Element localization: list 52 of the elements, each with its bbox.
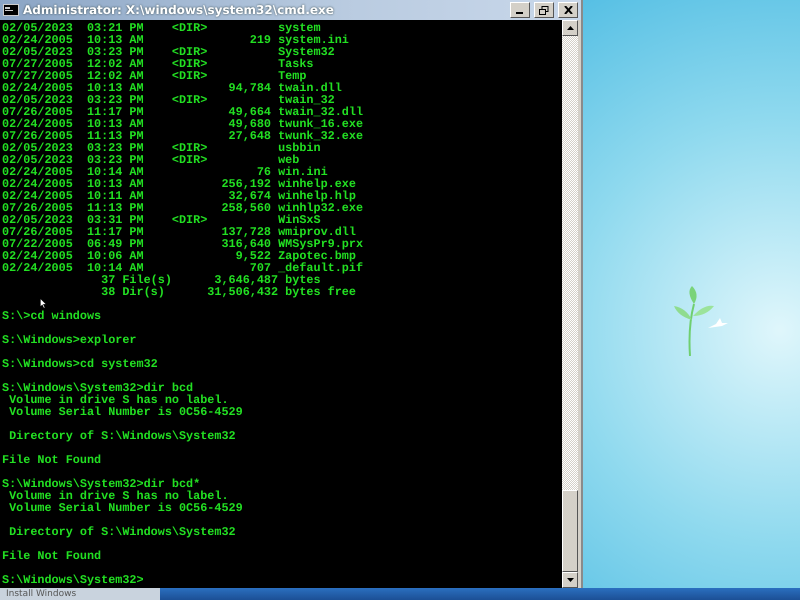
console-line: 02/05/2023 03:31 PM <DIR> WinSxS (1, 213, 321, 225)
console-line: 02/24/2005 10:13 AM 219 system.ini (1, 33, 349, 45)
console-line: 02/24/2005 10:14 AM 707 _default.pif (1, 261, 364, 273)
restore-button[interactable] (534, 2, 554, 18)
console-line: S:\Windows>cd system32 (1, 357, 158, 369)
minimize-button[interactable] (510, 2, 530, 18)
console-line: S:\Windows\System32>dir bcd* (1, 477, 200, 489)
console-line: 07/27/2005 12:02 AM <DIR> Tasks (1, 57, 314, 69)
scrollbar-thumb[interactable] (562, 490, 578, 572)
console-line: 07/26/2005 11:17 PM 137,728 wmiprov.dll (1, 225, 356, 237)
console-line: File Not Found (1, 453, 102, 465)
console-line: Volume in drive S has no label. (9, 489, 229, 501)
console-line: Volume in drive S has no label. (9, 393, 229, 405)
console-line: S:\Windows\System32> (1, 573, 144, 585)
scrollbar[interactable] (562, 20, 578, 588)
taskbar-button[interactable]: Install Windows (0, 588, 160, 600)
console-line: S:\Windows\System32>dir bcd (1, 381, 194, 393)
restore-icon (539, 6, 549, 14)
console-line: 02/05/2023 03:23 PM <DIR> twain_32 (1, 93, 335, 105)
window-title: Administrator: X:\windows\system32\cmd.exe (23, 3, 334, 17)
scroll-down-button[interactable] (562, 572, 578, 588)
console-line: Volume Serial Number is 0C56-4529 (8, 501, 243, 513)
console-line: Directory of S:\Windows\System32 (8, 525, 236, 537)
console-line: 02/05/2023 03:23 PM <DIR> usbbin (1, 141, 321, 153)
console-line: 38 Dir(s) 31,506,432 bytes free (100, 285, 356, 297)
console-line: 37 File(s) 3,646,487 bytes (100, 273, 321, 285)
console-line: 07/22/2005 06:49 PM 316,640 WMSysPr9.prx (1, 237, 364, 249)
close-icon (564, 6, 572, 14)
console-line: 02/05/2023 03:21 PM <DIR> system (1, 21, 321, 33)
console-line: 02/24/2005 10:13 AM 256,192 winhelp.exe (1, 177, 356, 189)
console-line: File Not Found (1, 549, 102, 561)
console-line: 07/26/2005 11:13 PM 258,560 winhlp32.exe (1, 201, 364, 213)
console-line: 02/24/2005 10:06 AM 9,522 Zapotec.bmp (1, 249, 356, 261)
console-line: Volume Serial Number is 0C56-4529 (8, 405, 243, 417)
console-line: 07/27/2005 12:02 AM <DIR> Temp (1, 69, 306, 81)
console-icon (3, 4, 19, 16)
console-line: 07/26/2005 11:17 PM 49,664 twain_32.dll (1, 105, 364, 117)
console-line: 02/05/2023 03:23 PM <DIR> web (1, 153, 300, 165)
scroll-up-button[interactable] (562, 20, 578, 36)
up-arrow-icon (566, 26, 574, 30)
mouse-pointer-icon (40, 298, 47, 309)
console-line: 02/24/2005 10:14 AM 76 win.ini (1, 165, 328, 177)
console-line: 02/05/2023 03:23 PM <DIR> System32 (1, 45, 335, 57)
console-line: 02/24/2005 10:13 AM 49,680 twunk_16.exe (1, 117, 364, 129)
console-line: 02/24/2005 10:11 AM 32,674 winhelp.hlp (1, 189, 356, 201)
down-arrow-icon (566, 578, 574, 582)
console-line: 07/26/2005 11:13 PM 27,648 twunk_32.exe (1, 129, 364, 141)
console-line: 02/24/2005 10:13 AM 94,784 twain.dll (1, 81, 342, 93)
console-line: S:\>cd windows (1, 309, 102, 321)
close-button[interactable] (558, 2, 578, 18)
console-line: Directory of S:\Windows\System32 (8, 429, 236, 441)
console-line: S:\Windows>explorer (1, 333, 137, 345)
